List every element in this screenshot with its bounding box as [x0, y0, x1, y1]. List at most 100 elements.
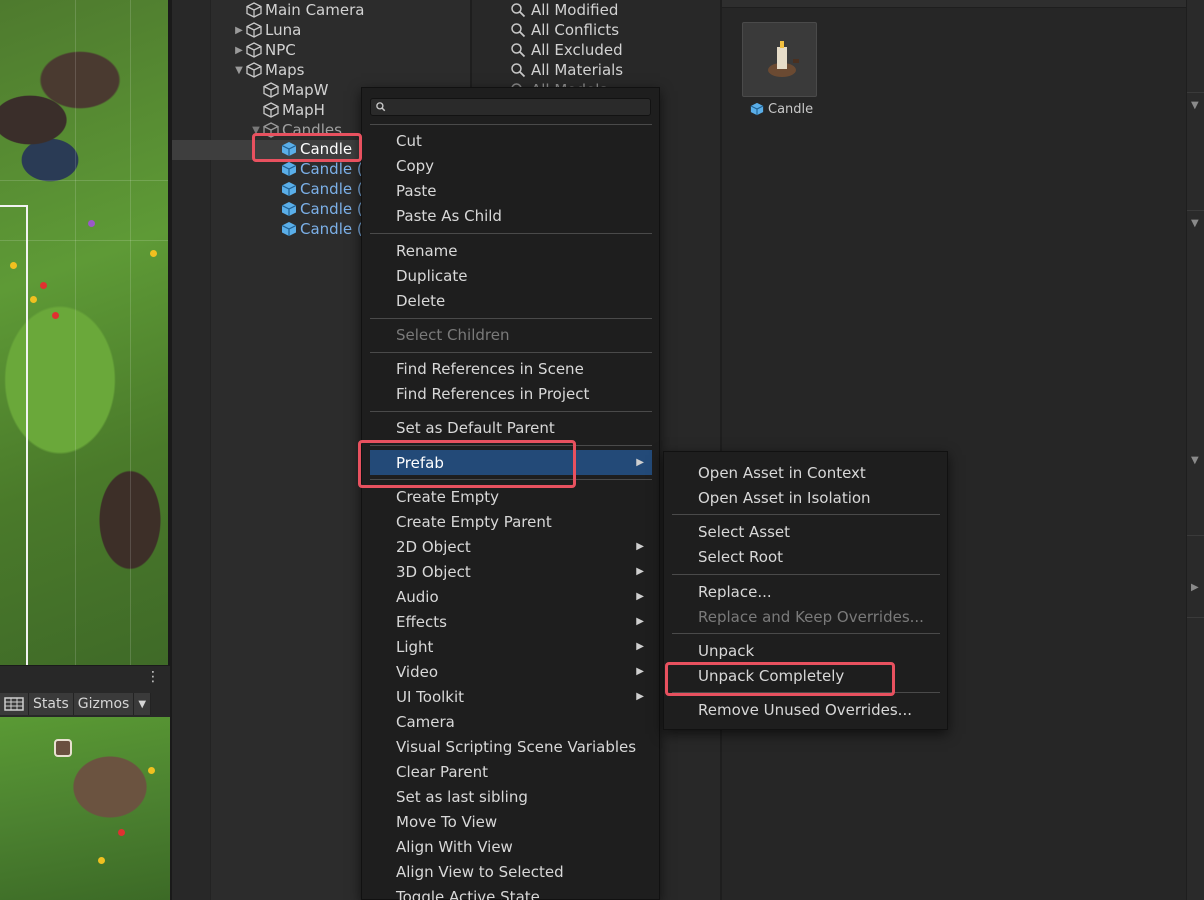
hierarchy-item-label: Candle (: [300, 160, 363, 178]
submenu-arrow-icon: ▶: [636, 457, 644, 468]
menu-item-rename[interactable]: Rename: [370, 238, 652, 263]
search-icon: [511, 3, 526, 18]
hierarchy-item-label: MapH: [282, 101, 325, 119]
hierarchy-item[interactable]: Main Camera: [232, 0, 364, 20]
menu-separator: [672, 633, 940, 634]
flower-decoration: [40, 282, 47, 289]
hierarchy-item[interactable]: ▶ Luna: [232, 20, 301, 40]
filter-all-excluded[interactable]: All Excluded: [510, 40, 623, 60]
collapse-arrow-icon[interactable]: ▼: [1191, 100, 1199, 111]
game-view[interactable]: [0, 717, 170, 900]
collapse-arrow-icon[interactable]: ▼: [1191, 218, 1199, 229]
asset-label-row[interactable]: Candle: [750, 100, 813, 118]
hierarchy-item-label: Maps: [265, 61, 305, 79]
menu-item-paste[interactable]: Paste: [370, 178, 652, 203]
menu-item-3d-object[interactable]: 3D Object ▶: [370, 559, 652, 584]
menu-item-clear-parent[interactable]: Clear Parent: [370, 759, 652, 784]
submenu-arrow-icon: ▶: [636, 616, 644, 627]
camera-bounds-line: [0, 205, 28, 207]
menu-search-input[interactable]: [370, 98, 651, 116]
menu-item-label: Audio: [396, 587, 439, 606]
menu-item-video[interactable]: Video ▶: [370, 659, 652, 684]
menu-item-find-references-in-scene[interactable]: Find References in Scene: [370, 356, 652, 381]
hierarchy-item[interactable]: MapW: [249, 80, 329, 100]
annotation-highlight-unpack-completely: [665, 662, 895, 696]
menu-item-camera[interactable]: Camera: [370, 709, 652, 734]
menu-item-light[interactable]: Light ▶: [370, 634, 652, 659]
flower-decoration: [10, 262, 17, 269]
menu-item-find-references-in-project[interactable]: Find References in Project: [370, 381, 652, 406]
hierarchy-item[interactable]: Candle (: [281, 159, 363, 179]
menu-item-audio[interactable]: Audio ▶: [370, 584, 652, 609]
gizmos-button[interactable]: Gizmos: [73, 693, 135, 715]
menu-item-delete[interactable]: Delete: [370, 288, 652, 313]
hierarchy-item[interactable]: Candle (: [281, 199, 363, 219]
candle-sprite-icon: [768, 41, 799, 77]
grid-line: [75, 0, 76, 665]
hierarchy-item[interactable]: MapH: [249, 100, 325, 120]
menu-item-ui-toolkit[interactable]: UI Toolkit ▶: [370, 684, 652, 709]
expand-arrow-icon[interactable]: ▶: [232, 45, 246, 56]
hierarchy-item[interactable]: ▶ NPC: [232, 40, 296, 60]
menu-item-remove-unused-overrides[interactable]: Remove Unused Overrides...: [672, 697, 940, 722]
menu-item-open-asset-in-isolation[interactable]: Open Asset in Isolation: [672, 485, 940, 510]
stats-button[interactable]: Stats: [29, 693, 74, 715]
gameobject-cube-icon: [246, 42, 262, 58]
menu-separator: [370, 318, 652, 319]
filter-all-materials[interactable]: All Materials: [510, 60, 623, 80]
gameobject-cube-icon: [246, 22, 262, 38]
submenu-arrow-icon: ▶: [636, 666, 644, 677]
menu-item-paste-as-child[interactable]: Paste As Child: [370, 203, 652, 228]
expand-arrow-icon[interactable]: ▶: [1191, 582, 1199, 593]
collapse-arrow-icon[interactable]: ▼: [232, 65, 246, 76]
grid-toggle-icon[interactable]: [0, 693, 29, 715]
menu-item-replace[interactable]: Replace...: [672, 579, 940, 604]
menu-item-duplicate[interactable]: Duplicate: [370, 263, 652, 288]
divider: [1187, 535, 1204, 536]
hierarchy-item-label: MapW: [282, 81, 329, 99]
filter-all-conflicts[interactable]: All Conflicts: [510, 20, 619, 40]
menu-item-move-to-view[interactable]: Move To View: [370, 809, 652, 834]
search-icon: [511, 63, 526, 78]
grid-line: [0, 180, 170, 181]
menu-item-create-empty-parent[interactable]: Create Empty Parent: [370, 509, 652, 534]
prefab-cube-icon: [281, 222, 297, 236]
flower-decoration: [118, 829, 125, 836]
menu-item-toggle-active-state[interactable]: Toggle Active State: [370, 884, 652, 900]
expand-arrow-icon[interactable]: ▶: [232, 25, 246, 36]
scene-view[interactable]: [0, 0, 170, 665]
menu-item-label: 3D Object: [396, 562, 471, 581]
submenu-arrow-icon: ▶: [636, 541, 644, 552]
filter-all-modified[interactable]: All Modified: [510, 0, 618, 20]
menu-item-select-root[interactable]: Select Root: [672, 544, 940, 569]
menu-item-visual-scripting-scene-variables[interactable]: Visual Scripting Scene Variables: [370, 734, 652, 759]
menu-item-copy[interactable]: Copy: [370, 153, 652, 178]
prefab-cube-icon: [750, 102, 764, 116]
divider: [1187, 92, 1204, 93]
menu-item-select-asset[interactable]: Select Asset: [672, 519, 940, 544]
menu-item-unpack[interactable]: Unpack: [672, 638, 940, 663]
menu-item-2d-object[interactable]: 2D Object ▶: [370, 534, 652, 559]
menu-item-cut[interactable]: Cut: [370, 128, 652, 153]
menu-item-align-view-to-selected[interactable]: Align View to Selected: [370, 859, 652, 884]
hierarchy-item-label: Candle (: [300, 220, 363, 238]
menu-item-select-children: Select Children: [396, 325, 510, 344]
hierarchy-item[interactable]: Candle (: [281, 219, 363, 239]
search-icon: [511, 43, 526, 58]
menu-item-effects[interactable]: Effects ▶: [370, 609, 652, 634]
candle-asset-thumbnail[interactable]: [742, 22, 817, 97]
flower-decoration: [148, 767, 155, 774]
menu-item-align-with-view[interactable]: Align With View: [370, 834, 652, 859]
gizmos-dropdown-icon[interactable]: ▼: [134, 693, 152, 715]
menu-item-open-asset-in-context[interactable]: Open Asset in Context: [672, 460, 940, 485]
game-view-toolbar: ⋮ Stats Gizmos ▼: [0, 665, 170, 717]
hierarchy-item[interactable]: ▼ Maps: [232, 60, 304, 80]
hierarchy-item-label: Candle (: [300, 200, 363, 218]
collapse-arrow-icon[interactable]: ▼: [1191, 455, 1199, 466]
filter-label: All Excluded: [531, 41, 623, 59]
menu-item-set-default-parent[interactable]: Set as Default Parent: [370, 415, 652, 440]
more-options-icon[interactable]: ⋮: [146, 670, 160, 684]
menu-separator: [370, 124, 652, 125]
menu-item-set-last-sibling[interactable]: Set as last sibling: [370, 784, 652, 809]
hierarchy-item[interactable]: Candle (: [281, 179, 363, 199]
